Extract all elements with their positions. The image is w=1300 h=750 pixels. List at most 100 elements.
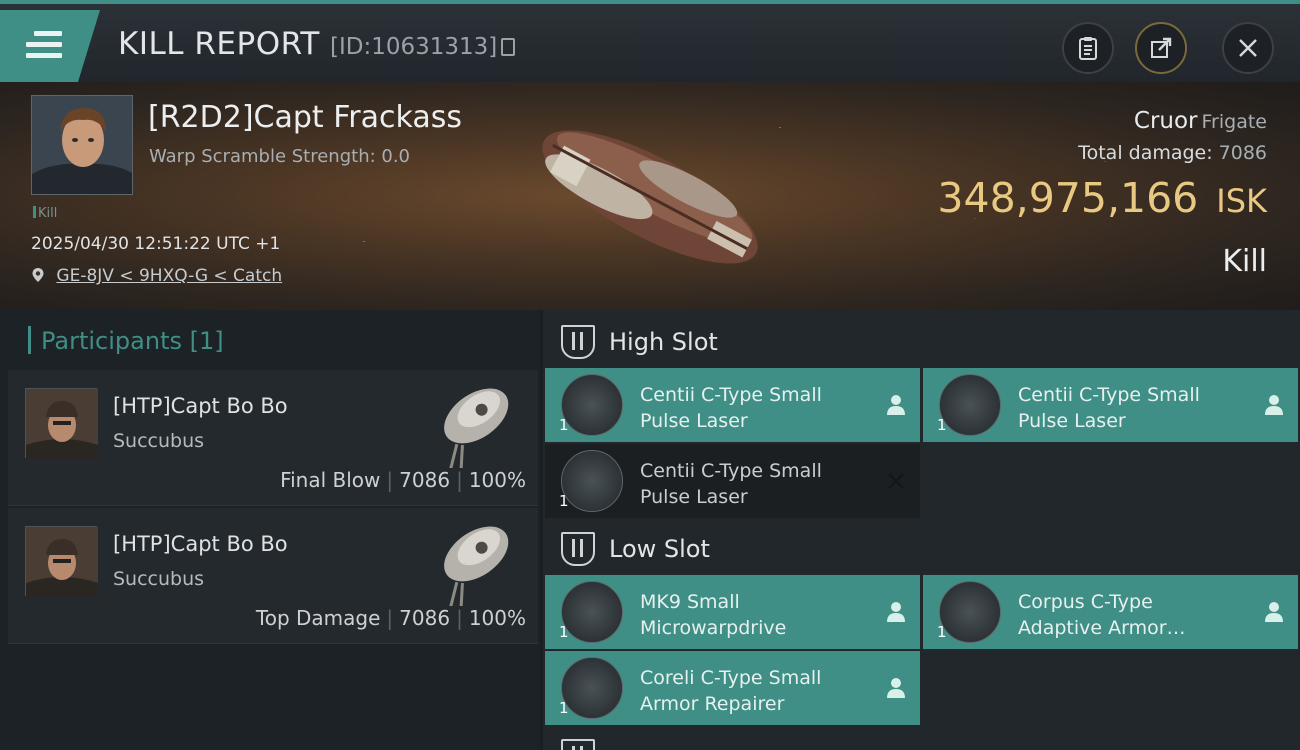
- high-slot-label: High Slot: [609, 328, 718, 356]
- module-name: Centii C-Type Small Pulse Laser: [640, 382, 870, 434]
- module-name-line1: Corpus C-Type: [1018, 591, 1153, 613]
- report-id-text: [ID:10631313]: [330, 34, 498, 60]
- participant-stats: Top Damage | 7086 | 100%: [255, 606, 526, 630]
- pulse-laser-icon: [561, 374, 623, 436]
- hamburger-icon: [26, 31, 62, 59]
- armor-hardener-icon: [939, 581, 1001, 643]
- participant-name[interactable]: [HTP]Capt Bo Bo: [113, 394, 288, 418]
- participant-percent: 100%: [468, 468, 526, 492]
- close-icon: [1239, 39, 1257, 57]
- module-name-line2: Pulse Laser: [640, 410, 748, 432]
- module-name-line1: Centii C-Type Small: [640, 460, 822, 482]
- module-quantity: 1: [559, 492, 569, 510]
- slot-icon: [561, 739, 595, 750]
- module-name-line2: Pulse Laser: [1018, 410, 1126, 432]
- participant-role: Final Blow: [280, 468, 381, 492]
- participant-role: Top Damage: [255, 606, 381, 630]
- slot-icon: [561, 325, 595, 359]
- ship-class: Frigate: [1201, 111, 1267, 133]
- victim-ship-image[interactable]: [520, 92, 780, 302]
- kill-location[interactable]: GE-8JV < 9HXQ-G < Catch: [31, 266, 282, 286]
- participant-ship: Succubus: [113, 430, 205, 452]
- high-slot-header: High Slot: [561, 322, 718, 362]
- participant-damage: 7086: [399, 468, 451, 492]
- module-name-line1: Centii C-Type Small: [1018, 384, 1200, 406]
- module-name: Coreli C-Type Small Armor Repairer: [640, 665, 870, 717]
- participant-stats: Final Blow | 7086 | 100%: [280, 468, 526, 492]
- kill-tag-label: Kill: [38, 206, 58, 221]
- module-quantity: 1: [937, 416, 947, 434]
- module-item[interactable]: 1 Centii C-Type Small Pulse Laser: [545, 368, 920, 442]
- module-item[interactable]: 1 Corpus C-Type Adaptive Armor…: [923, 575, 1298, 649]
- participant-row[interactable]: [HTP]Capt Bo Bo Succubus Final Blow | 7086…: [8, 370, 538, 506]
- module-item[interactable]: 1 Centii C-Type Small Pulse Laser: [923, 368, 1298, 442]
- module-name: Centii C-Type Small Pulse Laser: [640, 458, 870, 510]
- share-button[interactable]: [1135, 22, 1187, 74]
- person-icon: [887, 602, 905, 622]
- total-damage: Total damage: 7086: [1078, 142, 1267, 164]
- x-mark-icon: [888, 473, 904, 489]
- participant-ship-image: [444, 526, 509, 606]
- top-bar: KILL REPORT [ID:10631313]: [0, 0, 1300, 82]
- menu-button[interactable]: [0, 10, 100, 82]
- participant-ship-image: [444, 388, 509, 468]
- module-quantity: 1: [559, 623, 569, 641]
- module-name-line2: Armor Repairer: [640, 693, 785, 715]
- participants-count: [1]: [189, 327, 224, 355]
- participant-avatar[interactable]: [25, 388, 98, 459]
- warp-scramble-strength: Warp Scramble Strength: 0.0: [149, 146, 411, 167]
- module-name-line1: MK9 Small: [640, 591, 740, 613]
- module-quantity: 1: [937, 623, 947, 641]
- total-damage-value: 7086: [1218, 142, 1267, 164]
- module-item[interactable]: 1 Coreli C-Type Small Armor Repairer: [545, 651, 920, 725]
- participant-row[interactable]: [HTP]Capt Bo Bo Succubus Top Damage | 7086…: [8, 508, 538, 644]
- close-button[interactable]: [1222, 22, 1274, 74]
- module-name-line1: Centii C-Type Small: [640, 384, 822, 406]
- victim-name[interactable]: [R2D2]Capt Frackass: [148, 100, 462, 135]
- clipboard-icon: [1079, 37, 1097, 60]
- mid-slot-header: [561, 736, 609, 750]
- person-icon: [1265, 395, 1283, 415]
- total-damage-label: Total damage:: [1078, 142, 1213, 164]
- kill-result: Kill: [1222, 244, 1267, 279]
- isk-value: 348,975,166 ISK: [937, 174, 1267, 222]
- module-name-line1: Coreli C-Type Small: [640, 667, 822, 689]
- isk-unit: ISK: [1216, 182, 1267, 220]
- person-icon: [1265, 602, 1283, 622]
- pulse-laser-icon: [561, 450, 623, 512]
- fitting-panel: High Slot 1 Centii C-Type Small Pulse La…: [543, 310, 1300, 750]
- module-item[interactable]: 1 MK9 Small Microwarpdrive: [545, 575, 920, 649]
- participant-avatar[interactable]: [25, 526, 98, 597]
- module-item[interactable]: 1 Centii C-Type Small Pulse Laser: [545, 444, 920, 518]
- participant-percent: 100%: [468, 606, 526, 630]
- module-name-line2: Microwarpdrive: [640, 617, 787, 639]
- location-pin-icon: [32, 268, 44, 282]
- victim-banner: [R2D2]Capt Frackass Warp Scramble Streng…: [0, 82, 1300, 310]
- location-link[interactable]: GE-8JV < 9HXQ-G < Catch: [56, 266, 282, 286]
- pulse-laser-icon: [939, 374, 1001, 436]
- share-icon: [1151, 37, 1172, 58]
- module-name-line2: Adaptive Armor…: [1018, 617, 1186, 639]
- pilot-portrait-image: [26, 389, 98, 459]
- participant-name[interactable]: [HTP]Capt Bo Bo: [113, 532, 288, 556]
- victim-portrait[interactable]: [31, 95, 133, 195]
- kill-tag: Kill: [33, 206, 57, 221]
- module-name-line2: Pulse Laser: [640, 486, 748, 508]
- low-slot-label: Low Slot: [609, 535, 710, 563]
- person-icon: [887, 395, 905, 415]
- module-name: Corpus C-Type Adaptive Armor…: [1018, 589, 1248, 641]
- module-name: Centii C-Type Small Pulse Laser: [1018, 382, 1248, 434]
- participants-panel: Participants [1] [HTP]Capt Bo Bo Succubu…: [0, 310, 540, 750]
- copy-icon[interactable]: [501, 38, 516, 56]
- module-quantity: 1: [559, 416, 569, 434]
- participants-label: Participants: [41, 327, 182, 355]
- kill-datetime: 2025/04/30 12:51:22 UTC +1: [31, 234, 281, 254]
- low-slot-header: Low Slot: [561, 529, 710, 569]
- victim-ship-type: Cruor Frigate: [1134, 108, 1267, 134]
- page-title: KILL REPORT: [118, 26, 320, 62]
- report-id[interactable]: [ID:10631313]: [330, 34, 516, 60]
- participants-header: Participants [1]: [28, 326, 224, 355]
- isk-amount: 348,975,166: [937, 174, 1199, 222]
- module-quantity: 1: [559, 699, 569, 717]
- clipboard-button[interactable]: [1062, 22, 1114, 74]
